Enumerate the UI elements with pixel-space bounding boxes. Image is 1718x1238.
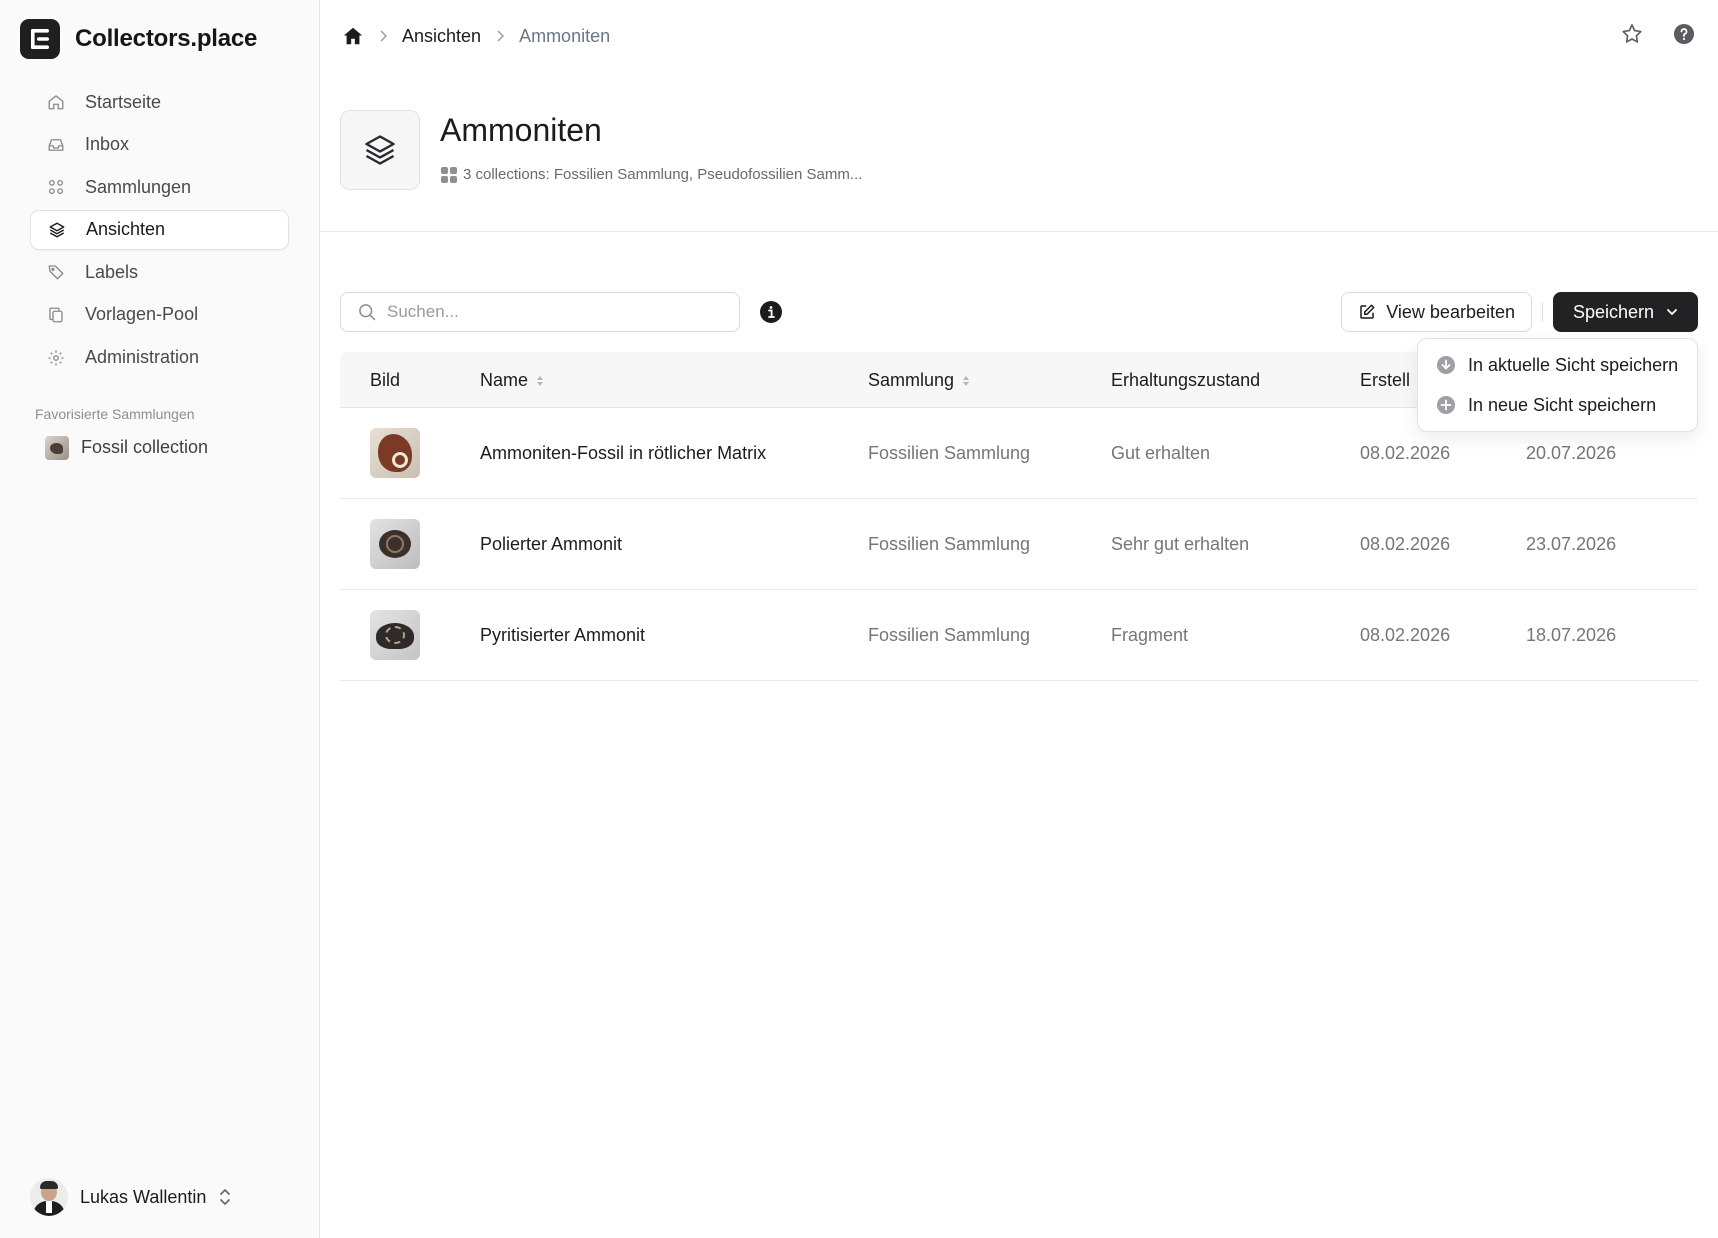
view-header: Ammoniten 3 collections: Fossilien Samml… bbox=[320, 72, 1718, 232]
sidebar-item-ansichten[interactable]: Ansichten bbox=[30, 209, 289, 250]
cell-collection: Fossilien Sammlung bbox=[868, 534, 1031, 554]
save-dropdown-menu: In aktuelle Sicht speichern In neue Sich… bbox=[1417, 338, 1698, 432]
cell-name: Pyritisierter Ammonit bbox=[480, 625, 646, 645]
inbox-icon bbox=[45, 134, 67, 156]
tag-icon bbox=[45, 261, 67, 283]
cell-created: 08.02.2026 bbox=[1360, 534, 1451, 554]
chevron-right-icon bbox=[495, 29, 505, 43]
sidebar-item-vorlagen-pool[interactable]: Vorlagen-Pool bbox=[30, 295, 289, 335]
help-icon[interactable] bbox=[1672, 22, 1696, 46]
item-thumbnail bbox=[370, 519, 420, 569]
cell-condition: Fragment bbox=[1111, 625, 1189, 645]
chevron-right-icon bbox=[378, 29, 388, 43]
user-menu[interactable]: Lukas Wallentin bbox=[30, 1176, 232, 1218]
sidebar-item-label: Administration bbox=[85, 347, 200, 368]
menu-item-save-new-view[interactable]: In neue Sicht speichern bbox=[1418, 385, 1697, 425]
cell-condition: Sehr gut erhalten bbox=[1111, 534, 1250, 554]
breadcrumb: Ansichten Ammoniten bbox=[320, 0, 1718, 72]
top-actions bbox=[1620, 22, 1696, 46]
cell-condition: Gut erhalten bbox=[1111, 443, 1211, 463]
layers-icon bbox=[46, 219, 68, 241]
arrow-down-circle-icon bbox=[1436, 355, 1456, 375]
menu-item-save-current-view[interactable]: In aktuelle Sicht speichern bbox=[1418, 345, 1697, 385]
save-label: Speichern bbox=[1572, 301, 1655, 322]
chevron-down-icon bbox=[1666, 306, 1678, 318]
cell-updated: 20.07.2026 bbox=[1526, 443, 1617, 463]
sidebar-item-administration[interactable]: Administration bbox=[30, 338, 289, 378]
column-header-name[interactable]: Name bbox=[480, 370, 544, 391]
sidebar-item-label: Vorlagen-Pool bbox=[85, 304, 199, 325]
star-icon[interactable] bbox=[1620, 22, 1644, 46]
favorites-heading: Favorisierte Sammlungen bbox=[35, 405, 195, 422]
edit-view-button[interactable]: View bearbeiten bbox=[1341, 292, 1532, 332]
cell-collection: Fossilien Sammlung bbox=[868, 443, 1031, 463]
cell-updated: 23.07.2026 bbox=[1526, 534, 1617, 554]
sidebar: Collectors.place Startseite Inbox Sammlu… bbox=[0, 0, 320, 1238]
toolbar-divider bbox=[1542, 302, 1543, 322]
copy-icon bbox=[45, 304, 67, 326]
save-dropdown-button[interactable]: Speichern bbox=[1553, 292, 1698, 332]
sidebar-nav: Startseite Inbox Sammlungen Ansichten La… bbox=[0, 82, 319, 378]
collection-thumbnail bbox=[45, 435, 69, 460]
menu-item-label: In aktuelle Sicht speichern bbox=[1468, 354, 1679, 375]
avatar bbox=[30, 1178, 68, 1216]
search-icon bbox=[357, 302, 377, 322]
info-icon[interactable] bbox=[760, 301, 782, 323]
sort-icon[interactable] bbox=[962, 375, 970, 387]
edit-icon bbox=[1358, 303, 1376, 321]
cell-name: Polierter Ammonit bbox=[480, 534, 623, 554]
column-header-erhaltungszustand[interactable]: Erhaltungszustand bbox=[1111, 370, 1260, 391]
column-header-erstellt[interactable]: Erstell bbox=[1360, 370, 1410, 391]
sidebar-item-startseite[interactable]: Startseite bbox=[30, 82, 289, 122]
cell-name: Ammoniten-Fossil in rötlicher Matrix bbox=[480, 443, 767, 463]
sidebar-item-label: Labels bbox=[85, 261, 139, 282]
table-row[interactable]: Pyritisierter Ammonit Fossilien Sammlung… bbox=[340, 590, 1698, 681]
search-input[interactable] bbox=[387, 302, 717, 322]
chevron-up-down-icon bbox=[218, 1188, 232, 1206]
sidebar-item-sammlungen[interactable]: Sammlungen bbox=[30, 167, 289, 207]
sidebar-item-label: Ansichten bbox=[86, 219, 166, 240]
collections-summary-text: 3 collections: Fossilien Sammlung, Pseud… bbox=[463, 166, 863, 183]
cell-collection: Fossilien Sammlung bbox=[868, 625, 1031, 645]
app-root: Collectors.place Startseite Inbox Sammlu… bbox=[0, 0, 1718, 1238]
sidebar-item-label: Sammlungen bbox=[85, 176, 192, 197]
table-row[interactable]: Polierter Ammonit Fossilien Sammlung Seh… bbox=[340, 499, 1698, 590]
edit-view-label: View bearbeiten bbox=[1386, 301, 1515, 322]
sidebar-item-inbox[interactable]: Inbox bbox=[30, 125, 289, 165]
toolbar: View bearbeiten Speichern bbox=[340, 292, 1698, 332]
cell-created: 08.02.2026 bbox=[1360, 625, 1451, 645]
page-title: Ammoniten bbox=[440, 112, 602, 148]
collections-summary: 3 collections: Fossilien Sammlung, Pseud… bbox=[441, 166, 862, 183]
search-box bbox=[340, 292, 740, 332]
item-thumbnail bbox=[370, 610, 420, 660]
item-thumbnail bbox=[370, 428, 420, 478]
sidebar-item-label: Inbox bbox=[85, 134, 130, 155]
home-icon bbox=[45, 91, 67, 113]
breadcrumb-item-current: Ammoniten bbox=[519, 25, 611, 46]
user-name: Lukas Wallentin bbox=[80, 1186, 207, 1207]
favorite-item-fossil-collection[interactable]: Fossil collection bbox=[30, 428, 289, 468]
plus-circle-icon bbox=[1436, 395, 1456, 415]
brand-name: Collectors.place bbox=[75, 25, 258, 52]
grid-icon bbox=[45, 176, 67, 198]
brand[interactable]: Collectors.place bbox=[0, 0, 319, 78]
breadcrumb-item-ansichten[interactable]: Ansichten bbox=[402, 26, 481, 47]
cell-created: 08.02.2026 bbox=[1360, 443, 1451, 463]
menu-item-label: In neue Sicht speichern bbox=[1468, 394, 1657, 415]
home-icon[interactable] bbox=[342, 25, 364, 47]
layers-icon bbox=[340, 110, 420, 190]
column-header-bild: Bild bbox=[370, 370, 401, 390]
sidebar-item-label: Startseite bbox=[85, 91, 162, 112]
main-content: Ansichten Ammoniten Ammoniten 3 collecti… bbox=[320, 0, 1718, 1238]
sort-icon[interactable] bbox=[536, 375, 544, 387]
brand-logo-icon bbox=[20, 19, 60, 59]
column-header-sammlung[interactable]: Sammlung bbox=[868, 370, 970, 391]
favorite-item-label: Fossil collection bbox=[81, 437, 209, 458]
cell-updated: 18.07.2026 bbox=[1526, 625, 1617, 645]
gear-icon bbox=[45, 347, 67, 369]
sidebar-item-labels[interactable]: Labels bbox=[30, 252, 289, 292]
grid-icon bbox=[441, 166, 457, 183]
